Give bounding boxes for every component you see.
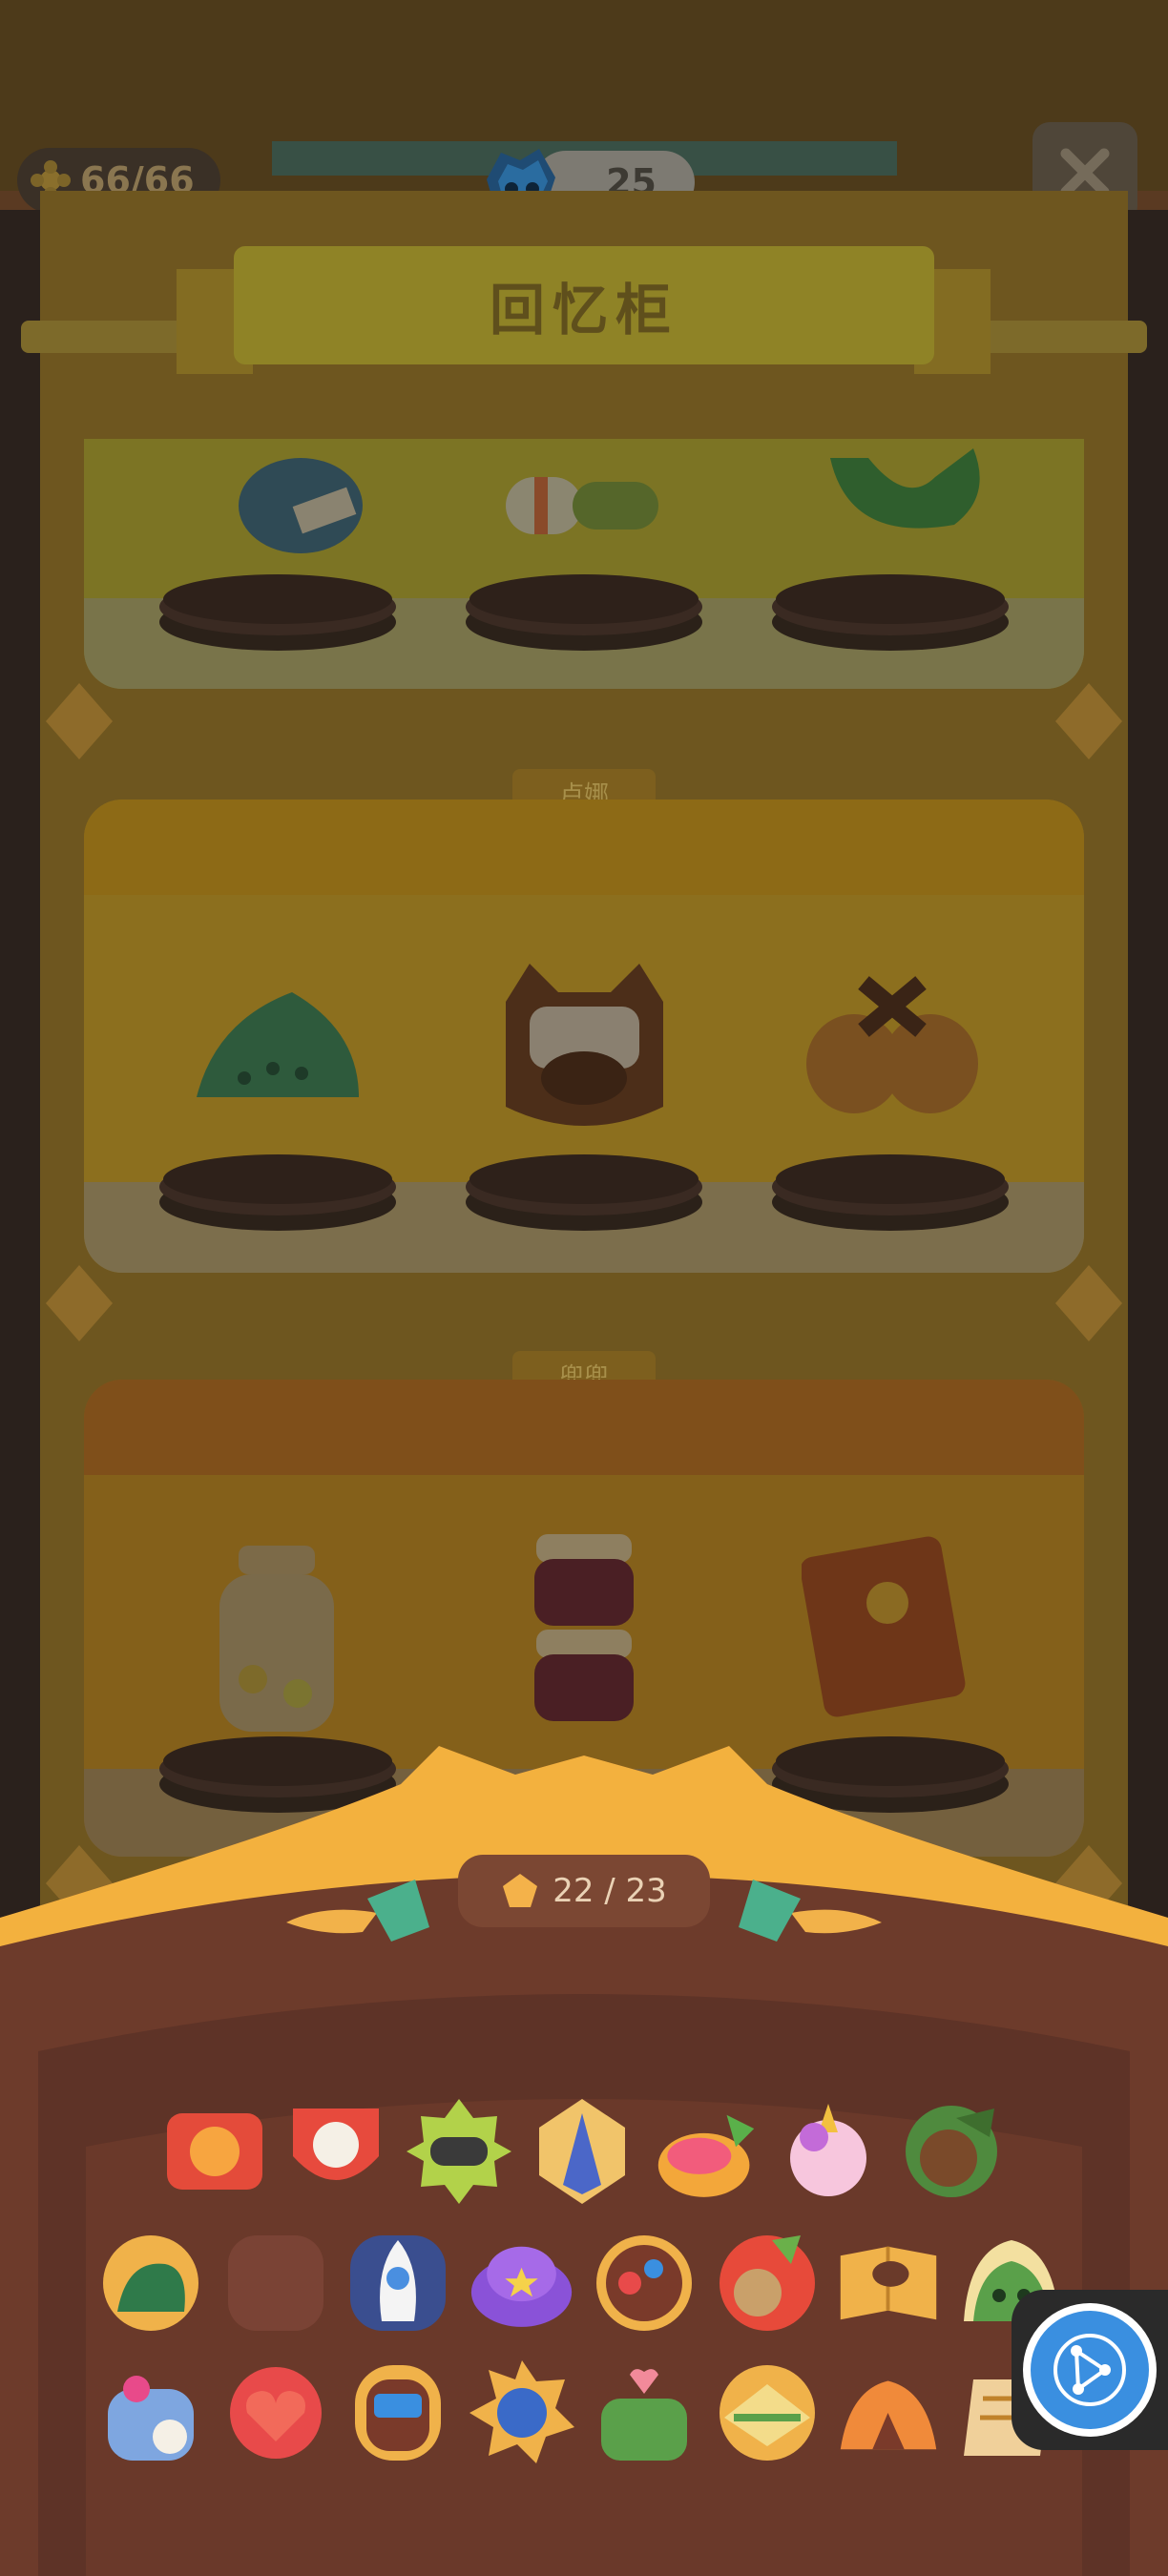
star-hat-item-icon[interactable] [469,2231,574,2336]
gold-gem-decoration-icon [1055,683,1122,759]
lion-badge-item-icon[interactable] [162,2099,267,2204]
heart-shield-item-icon[interactable] [223,2360,328,2465]
unicorn-item-icon[interactable] [776,2099,881,2204]
open-book-item-icon[interactable] [836,2231,941,2336]
potion-flask-item-icon[interactable] [98,2360,203,2465]
gamepad-badge-item-icon[interactable] [407,2099,511,2204]
apple-item-icon[interactable] [715,2231,820,2336]
sushi-item-icon [506,477,658,534]
cat-instrument-item-icon [506,964,663,1126]
watering-can-item-icon[interactable] [592,2360,697,2465]
pedestal [159,574,396,651]
pedestal [772,574,1009,651]
gold-pentagon-icon [503,1874,538,1907]
paint-palette-item-icon[interactable] [592,2231,697,2336]
leaf-decoration-right-icon [739,1880,882,1942]
pedestal [466,574,702,651]
bottle-item-icon [239,458,363,553]
rocket-item-icon[interactable] [345,2231,450,2336]
gold-gem-decoration-icon [46,683,113,759]
train-item-icon[interactable] [345,2360,450,2465]
tent-item-icon[interactable] [836,2360,941,2465]
panda-shield-item-icon[interactable] [283,2099,388,2204]
cabinet-frame-left [0,210,40,1946]
blue-tie-item-icon[interactable] [530,2099,635,2204]
cabinet-frame-right [1128,210,1168,1946]
collection-progress-text: 22 / 23 [553,1872,667,1910]
collection-progress: 22 / 23 [458,1855,710,1927]
duck-pool-item-icon[interactable] [654,2099,759,2204]
share-network-icon [1053,2334,1126,2406]
title-banner: 回忆柜 [234,246,934,364]
jam-jars-item-icon [534,1534,634,1721]
robot-toy-item-icon[interactable] [469,2360,574,2465]
coconut-item-icon[interactable] [899,2099,1004,2204]
gold-gem-decoration-icon [1055,1265,1122,1341]
candy-jar-item-icon [219,1546,334,1732]
storybook-item-icon [802,1536,966,1717]
gold-gem-decoration-icon [46,1265,113,1341]
ocarina-item-icon [197,992,359,1097]
pedestal [466,1154,702,1231]
pedestal [159,1154,396,1231]
empty-slot-icon[interactable] [223,2231,328,2336]
sandwich-item-icon[interactable] [715,2360,820,2465]
dinosaur-item-icon[interactable] [98,2231,203,2336]
green-creature-item-icon [830,448,980,529]
leaf-decoration-left-icon [286,1880,429,1942]
page-title: 回忆柜 [489,278,678,343]
pedestal [772,1154,1009,1231]
maracas-item-icon [806,976,978,1113]
share-fab-button[interactable] [1012,2290,1168,2450]
